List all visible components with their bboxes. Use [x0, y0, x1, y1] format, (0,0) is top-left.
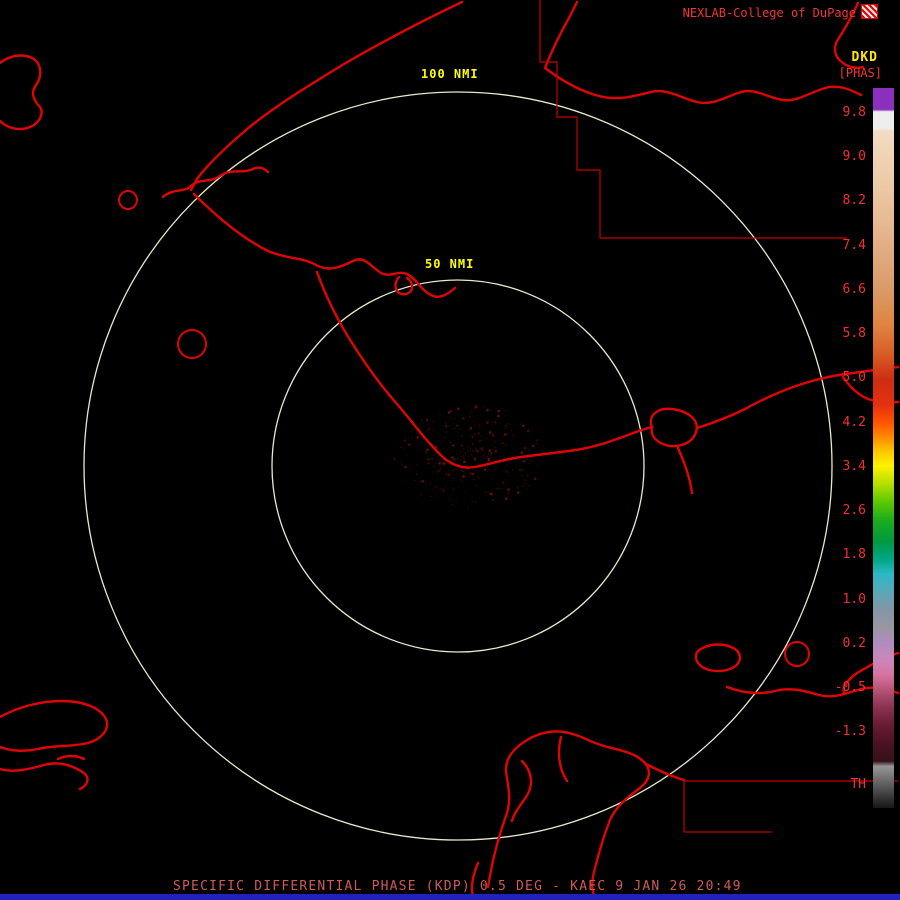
map-outline — [649, 407, 698, 448]
map-outline — [0, 699, 109, 752]
map-outline — [510, 759, 533, 823]
county-border — [539, 0, 847, 239]
product-phase-label: [PHAS] — [838, 66, 882, 80]
status-bar-text: SPECIFIC DIFFERENTIAL PHASE (KDP) 0.5 DE… — [173, 879, 742, 894]
map-outline — [543, 0, 579, 70]
bottom-blue-bar — [0, 894, 900, 900]
map-outline — [0, 54, 43, 131]
map-outline — [443, 425, 654, 469]
map-outline — [315, 270, 447, 461]
colorbar — [873, 88, 894, 808]
radar-viewer-screen: 100 NMI 50 NMI NEXLAB-College of DuPage … — [0, 0, 900, 900]
range-ring-label-50nmi: 50 NMI — [422, 256, 478, 272]
map-outline — [676, 446, 694, 495]
map-lake-outline — [784, 641, 810, 667]
map-outline — [694, 643, 742, 673]
map-outline — [161, 166, 270, 199]
map-outline — [192, 192, 457, 298]
map-outline — [56, 754, 86, 761]
map-outline — [557, 735, 569, 783]
map-lake-outline — [118, 190, 138, 210]
map-lake-outline — [177, 329, 207, 359]
map-outline — [394, 275, 414, 296]
range-ring-label-100nmi: 100 NMI — [418, 66, 482, 82]
radar-map — [0, 0, 900, 900]
map-outline — [543, 66, 863, 105]
cod-logo-icon — [861, 4, 878, 19]
product-code-label: DKD — [851, 50, 878, 65]
map-outline — [695, 365, 900, 430]
map-outline — [189, 0, 464, 192]
nexlab-brand-text: NEXLAB-College of DuPage — [682, 6, 856, 20]
map-outline — [0, 762, 89, 791]
map-outline — [486, 730, 651, 900]
